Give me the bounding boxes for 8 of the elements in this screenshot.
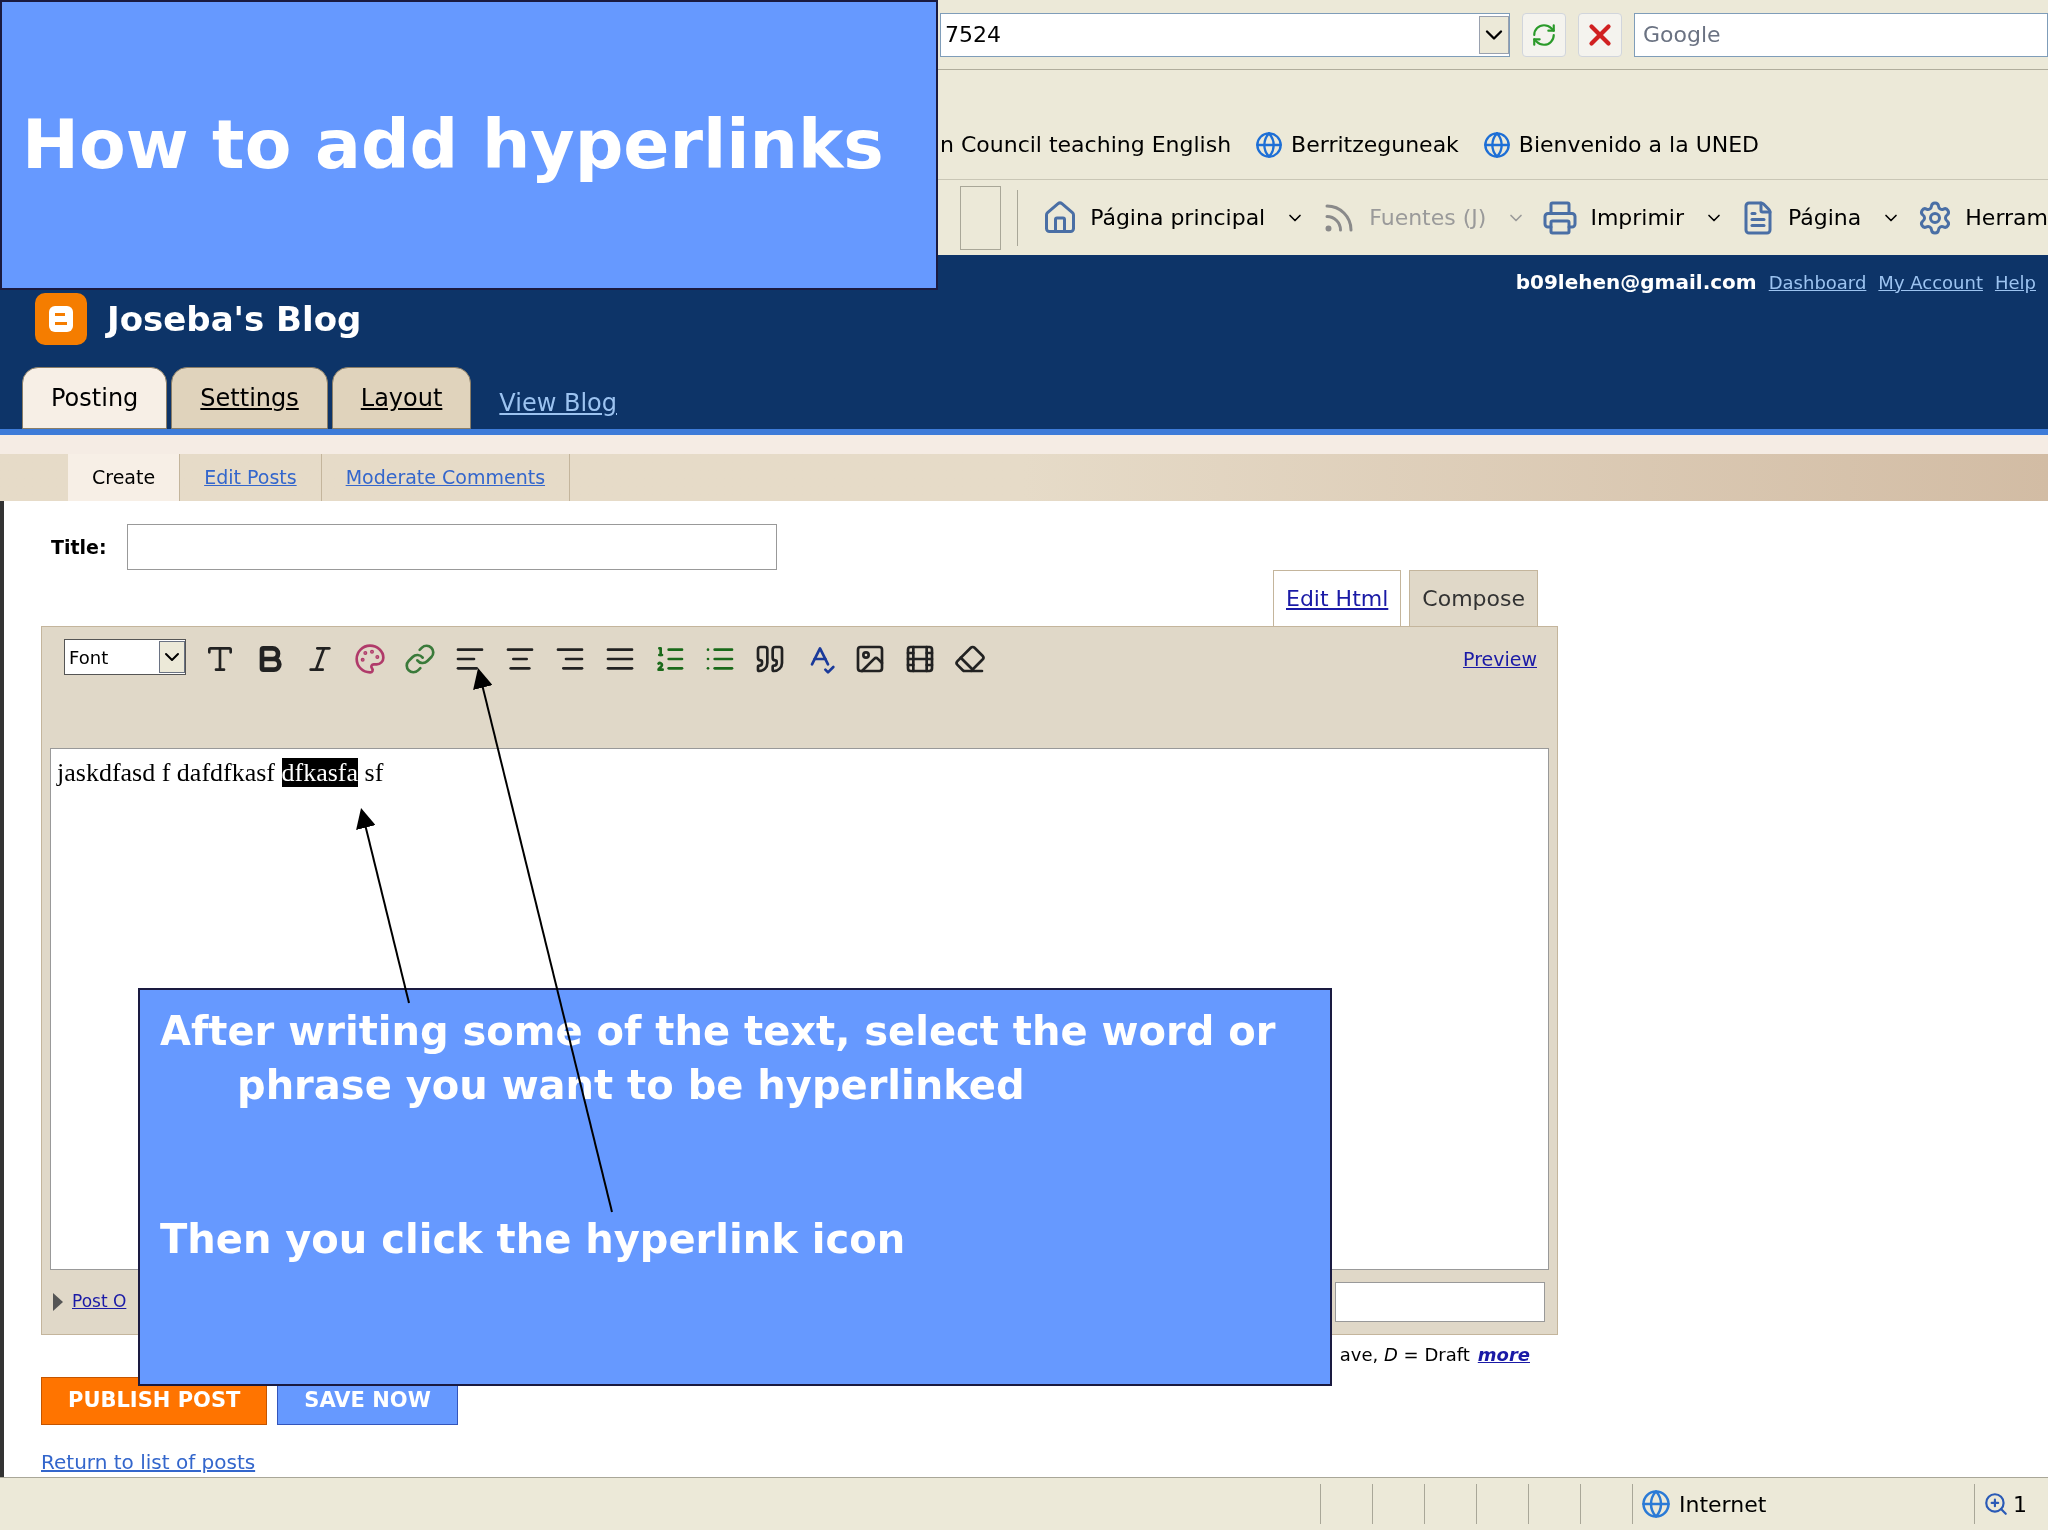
editor-text: jaskdfasd f dafdfkasf dfkasfa sf <box>57 757 385 789</box>
zone-text: Internet <box>1679 1490 1767 1519</box>
slide-title: How to add hyperlinks <box>22 104 884 186</box>
shortcut-hint: ave, D = Draft <box>1339 1342 1470 1367</box>
user-email: b09lehen@gmail.com <box>1515 269 1757 296</box>
callout-text: Then you click the hyperlink icon <box>160 1215 907 1264</box>
blog-title: Joseba's Blog <box>107 297 362 341</box>
title-label: Title: <box>51 534 107 560</box>
